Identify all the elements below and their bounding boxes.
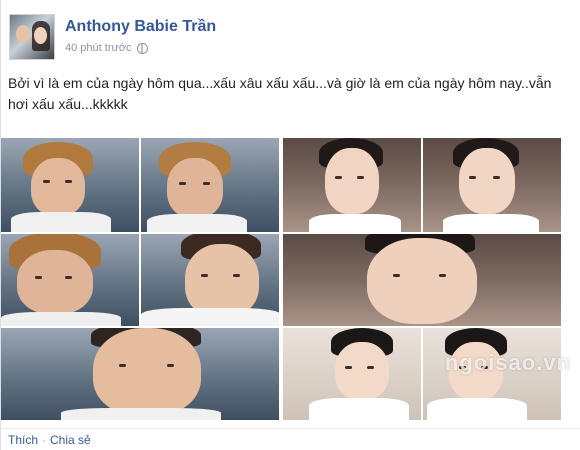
photo-3[interactable]	[1, 234, 139, 326]
like-link[interactable]: Thích	[8, 433, 38, 447]
author-name[interactable]: Anthony Babie Trần	[65, 18, 216, 36]
post-actions: Thích · Chia sẻ	[1, 428, 580, 450]
photo-collage[interactable]: ngoisao.vn	[1, 138, 580, 420]
post-timestamp[interactable]: 40 phút trước	[65, 42, 132, 54]
watermark-logo: ngoisao.vn	[444, 350, 571, 375]
photo-1[interactable]	[1, 138, 139, 232]
action-separator: ·	[42, 432, 47, 447]
photo-5[interactable]	[1, 328, 279, 420]
profile-avatar[interactable]	[9, 14, 55, 60]
photo-2[interactable]	[141, 138, 279, 232]
globe-icon[interactable]	[136, 42, 148, 54]
facebook-post: Anthony Babie Trần 40 phút trước Bởi vì …	[0, 0, 580, 450]
post-text: Bởi vì là em của ngày hôm qua...xấu xâu …	[8, 75, 552, 112]
photo-9[interactable]	[283, 328, 421, 420]
post-meta: 40 phút trước	[65, 42, 148, 54]
photo-7[interactable]	[423, 138, 561, 232]
post-header: Anthony Babie Trần 40 phút trước	[9, 14, 569, 62]
photo-6[interactable]	[283, 138, 421, 232]
photo-4[interactable]	[141, 234, 279, 326]
photo-8[interactable]	[283, 234, 561, 326]
share-link[interactable]: Chia sẻ	[50, 433, 91, 447]
